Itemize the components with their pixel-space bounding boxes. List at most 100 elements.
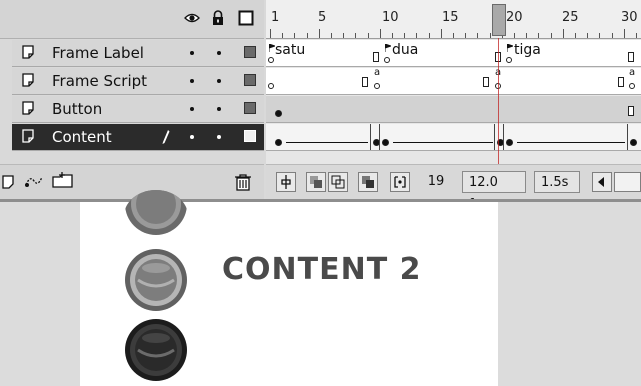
layer-page-icon bbox=[22, 45, 34, 59]
keyframe-filled[interactable] bbox=[382, 139, 389, 146]
ruler-tick bbox=[368, 33, 369, 38]
layer-toolbar bbox=[0, 164, 264, 200]
ruler-label: 1 bbox=[271, 10, 280, 25]
frame-end-box bbox=[618, 77, 624, 87]
eye-icon[interactable] bbox=[184, 10, 200, 26]
visibility-dot[interactable] bbox=[190, 107, 194, 111]
keyframe-filled[interactable] bbox=[630, 139, 637, 146]
ruler-label: 30 bbox=[621, 10, 638, 25]
pasteboard-right bbox=[498, 202, 641, 386]
frame-end-box bbox=[483, 77, 489, 87]
button-middle-icon[interactable] bbox=[124, 248, 188, 312]
visibility-dot[interactable] bbox=[190, 135, 194, 139]
ruler-tick bbox=[404, 33, 405, 38]
frame-label: dua bbox=[392, 42, 419, 58]
onion-skin-icon[interactable] bbox=[306, 172, 326, 192]
outline-color-square[interactable] bbox=[244, 102, 256, 114]
scroll-left-button[interactable] bbox=[592, 172, 612, 192]
frame-end-box bbox=[373, 52, 379, 62]
outline-square-icon[interactable] bbox=[238, 10, 254, 26]
frame-row-frame-label[interactable]: satu dua tiga bbox=[266, 40, 641, 67]
ruler-tick bbox=[465, 33, 466, 38]
horizontal-scrollbar[interactable] bbox=[614, 172, 641, 192]
label-flag-icon bbox=[507, 44, 513, 52]
insert-layer-folder-icon[interactable] bbox=[52, 171, 74, 189]
keyframe-empty[interactable] bbox=[268, 83, 274, 89]
keyframe-empty[interactable] bbox=[384, 57, 390, 63]
ruler-tick bbox=[636, 33, 637, 38]
keyframe-filled[interactable] bbox=[275, 110, 282, 117]
frame-label: satu bbox=[275, 42, 306, 58]
ruler-tick bbox=[624, 29, 625, 38]
visibility-dot[interactable] bbox=[190, 51, 194, 55]
layer-row-frame-script[interactable]: Frame Script bbox=[12, 68, 264, 95]
button-bottom-icon[interactable] bbox=[124, 318, 188, 382]
ruler-tick bbox=[416, 33, 417, 38]
stage-title: CONTENT 2 bbox=[222, 252, 422, 287]
visibility-dot[interactable] bbox=[190, 79, 194, 83]
center-frame-icon[interactable] bbox=[276, 172, 296, 192]
lock-dot[interactable] bbox=[217, 107, 221, 111]
keyframe-empty[interactable] bbox=[268, 57, 274, 63]
layer-page-icon bbox=[22, 73, 34, 87]
label-flag-icon bbox=[385, 44, 391, 52]
frame-row-button[interactable] bbox=[266, 96, 641, 123]
outline-color-square[interactable] bbox=[244, 74, 256, 86]
ruler-tick bbox=[551, 33, 552, 38]
frame-ruler[interactable]: 1 5 10 15 20 25 30 bbox=[266, 0, 641, 39]
lock-icon[interactable] bbox=[210, 10, 226, 26]
insert-layer-icon[interactable] bbox=[2, 175, 16, 189]
delete-layer-icon[interactable] bbox=[234, 173, 252, 191]
keyframe-filled[interactable] bbox=[275, 139, 282, 146]
keyframe-filled[interactable] bbox=[506, 139, 513, 146]
flash-authoring-window: Frame Label Frame Script Button Content … bbox=[0, 0, 641, 386]
ruler-tick bbox=[514, 33, 515, 38]
layer-row-button[interactable]: Button bbox=[12, 96, 264, 123]
modify-onion-markers-icon[interactable] bbox=[390, 172, 410, 192]
layer-name[interactable]: Button bbox=[52, 100, 102, 118]
script-marker: a bbox=[629, 67, 636, 78]
keyframe-divider bbox=[379, 124, 380, 150]
layer-page-icon bbox=[22, 101, 34, 115]
tween-arrow bbox=[286, 142, 368, 143]
lock-dot[interactable] bbox=[217, 51, 221, 55]
lock-dot[interactable] bbox=[217, 135, 221, 139]
frame-row-frame-script[interactable]: a a a bbox=[266, 67, 641, 95]
timeline-panel: Frame Label Frame Script Button Content … bbox=[0, 0, 641, 212]
add-motion-guide-icon[interactable] bbox=[24, 173, 44, 189]
ruler-tick bbox=[343, 33, 344, 38]
script-marker: a bbox=[374, 67, 381, 78]
frames-grid[interactable]: 1 5 10 15 20 25 30 satu dua tiga a a bbox=[266, 0, 641, 198]
layer-row-frame-label[interactable]: Frame Label bbox=[12, 40, 264, 67]
outline-color-square[interactable] bbox=[244, 130, 256, 142]
keyframe-script[interactable] bbox=[374, 83, 380, 89]
keyframe-script[interactable] bbox=[629, 83, 635, 89]
outline-color-square[interactable] bbox=[244, 46, 256, 58]
layer-header bbox=[0, 0, 264, 39]
ruler-tick bbox=[599, 33, 600, 38]
ruler-label: 15 bbox=[442, 10, 459, 25]
ruler-tick bbox=[355, 33, 356, 38]
ruler-tick bbox=[587, 33, 588, 38]
layer-name[interactable]: Frame Script bbox=[52, 72, 147, 90]
ruler-tick bbox=[307, 33, 308, 38]
layer-name[interactable]: Frame Label bbox=[52, 44, 144, 62]
layer-name[interactable]: Content bbox=[52, 128, 112, 146]
ruler-label: 5 bbox=[318, 10, 327, 25]
edit-multiple-frames-icon[interactable] bbox=[358, 172, 378, 192]
ruler-tick bbox=[526, 33, 527, 38]
layer-row-content[interactable]: Content bbox=[12, 124, 264, 151]
current-frame-field[interactable]: 19 bbox=[418, 171, 454, 193]
lock-dot[interactable] bbox=[217, 79, 221, 83]
ruler-tick bbox=[380, 29, 381, 38]
keyframe-empty[interactable] bbox=[506, 57, 512, 63]
frame-row-content[interactable] bbox=[266, 124, 641, 151]
ruler-label: 10 bbox=[382, 10, 399, 25]
button-top-icon[interactable] bbox=[124, 190, 188, 242]
onion-skin-outlines-icon[interactable] bbox=[328, 172, 348, 192]
playhead[interactable] bbox=[492, 4, 506, 36]
ruler-tick bbox=[294, 33, 295, 38]
ruler-tick bbox=[270, 29, 271, 38]
frame-rate-field[interactable]: 12.0 fps bbox=[462, 171, 526, 212]
ruler-tick bbox=[490, 33, 491, 38]
